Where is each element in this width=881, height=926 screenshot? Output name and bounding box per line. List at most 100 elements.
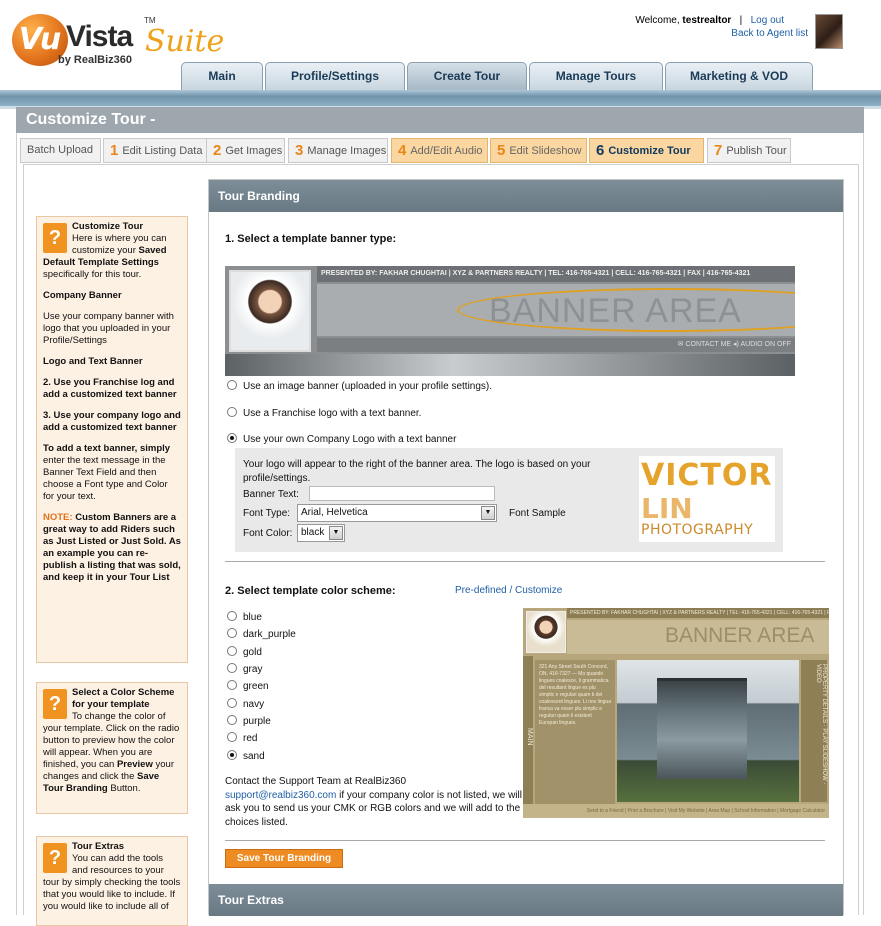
preview-house-photo <box>617 660 799 802</box>
step-number: 2 <box>213 142 222 159</box>
scheme-option-dark-purple[interactable]: dark_purple <box>227 628 296 640</box>
step-edit-slideshow[interactable]: 5 Edit Slideshow <box>490 138 587 163</box>
step-label: Get Images <box>225 145 283 157</box>
radio-button[interactable] <box>227 611 237 621</box>
font-type-select[interactable]: Arial, Helvetica ▼ <box>297 504 497 522</box>
radio-button[interactable] <box>227 433 237 443</box>
logo-line-1: VICTOR <box>641 458 773 493</box>
help-point: 3. Use your company logo and add a custo… <box>43 410 181 433</box>
banner-type-heading: 1. Select a template banner type: <box>225 233 397 245</box>
radio-label: red <box>243 733 258 744</box>
scheme-option-sand[interactable]: sand <box>227 750 265 762</box>
chevron-down-icon[interactable]: ▼ <box>329 526 343 540</box>
banner-option-company-logo[interactable]: Use your own Company Logo with a text ba… <box>227 433 456 445</box>
main-nav: Main Profile/Settings Create Tour Manage… <box>0 62 881 92</box>
radio-label: Use your own Company Logo with a text ba… <box>243 434 457 445</box>
font-color-select[interactable]: black ▼ <box>297 524 345 542</box>
banner-presented-by: PRESENTED BY: FAKHAR CHUGHTAI | XYZ & PA… <box>317 266 795 282</box>
help-note-label: NOTE: <box>43 512 73 523</box>
radio-button[interactable] <box>227 750 237 760</box>
scheme-option-gray[interactable]: gray <box>227 663 262 675</box>
save-tour-branding-button[interactable]: Save Tour Branding <box>225 849 343 868</box>
logo-line-3: PHOTOGRAPHY <box>641 522 754 538</box>
font-color-value: black <box>301 527 325 538</box>
banner-controls: ✉ CONTACT ME ◂) AUDIO ON OFF <box>317 338 795 352</box>
tab-marketing-vod[interactable]: Marketing & VOD <box>665 62 813 90</box>
font-sample: Font Sample <box>509 508 566 519</box>
scheme-option-navy[interactable]: navy <box>227 698 264 710</box>
radio-label: gray <box>243 664 263 675</box>
banner-option-franchise[interactable]: Use a Franchise logo with a text banner. <box>227 407 421 419</box>
back-to-agent-list-link[interactable]: Back to Agent list <box>731 28 808 39</box>
step-label: Edit Slideshow <box>509 145 582 157</box>
chevron-down-icon[interactable]: ▼ <box>481 506 495 520</box>
radio-label: sand <box>243 751 265 762</box>
tab-create-tour[interactable]: Create Tour <box>407 62 527 90</box>
radio-button[interactable] <box>227 680 237 690</box>
step-number: 4 <box>398 142 407 159</box>
radio-button[interactable] <box>227 380 237 390</box>
radio-button[interactable] <box>227 732 237 742</box>
help-color-scheme: ? Select a Color Scheme for your templat… <box>36 682 188 814</box>
radio-label: green <box>243 681 269 692</box>
agent-photo <box>229 270 311 352</box>
step-batch-upload[interactable]: Batch Upload <box>20 138 101 163</box>
preview-presented-by: PRESENTED BY: FAKHAR CHUGHTAI | XYZ & PA… <box>567 608 829 618</box>
tab-main[interactable]: Main <box>181 62 263 90</box>
preview-listing-info: 321 Any Street South Concord, ON, 416-73… <box>535 660 615 810</box>
help-customize-tour: ? Customize Tour Here is where you can c… <box>36 216 188 663</box>
radio-label: gold <box>243 647 262 658</box>
welcome-separator: | <box>739 15 743 26</box>
font-type-label: Font Type: <box>243 508 291 519</box>
help-title: Customize Tour <box>72 221 144 232</box>
step-manage-images[interactable]: 3 Manage Images <box>288 138 388 163</box>
step-number: 6 <box>596 142 605 159</box>
username: testrealtor <box>682 15 732 26</box>
preview-right-menu: PROPERTY DETAILS · PLAY SLIDESHOW · VIDE… <box>801 660 827 802</box>
logout-link[interactable]: Log out <box>751 15 784 26</box>
tour-branding-header: Tour Branding <box>209 180 843 212</box>
radio-button[interactable] <box>227 715 237 725</box>
radio-button[interactable] <box>227 628 237 638</box>
tab-manage-tours[interactable]: Manage Tours <box>529 62 663 90</box>
help-question-icon: ? <box>43 689 67 719</box>
radio-button[interactable] <box>227 663 237 673</box>
radio-button[interactable] <box>227 407 237 417</box>
preview-banner-text: BANNER AREA <box>665 624 815 647</box>
color-scheme-heading: 2. Select template color scheme: <box>225 585 396 597</box>
tour-branding-panel: Tour Branding 1. Select a template banne… <box>208 179 844 916</box>
color-scheme-preview: PRESENTED BY: FAKHAR CHUGHTAI | XYZ & PA… <box>523 608 829 818</box>
help-text: Button. <box>110 783 141 794</box>
help-subtitle: Company Banner <box>43 290 122 301</box>
predefined-customize-link[interactable]: Pre-defined / Customize <box>455 585 562 596</box>
banner-option-image[interactable]: Use an image banner (uploaded in your pr… <box>227 380 492 392</box>
nav-underline-bar <box>0 90 881 106</box>
step-label: Publish Tour <box>726 145 787 157</box>
scheme-option-purple[interactable]: purple <box>227 715 271 727</box>
step-label: Manage Images <box>307 145 387 157</box>
step-label: Add/Edit Audio <box>410 145 483 157</box>
radio-label: Use an image banner (uploaded in your pr… <box>243 381 493 392</box>
step-add-edit-audio[interactable]: 4 Add/Edit Audio <box>391 138 488 163</box>
help-text: enter the text message in the Banner Tex… <box>43 455 168 502</box>
scheme-option-gold[interactable]: gold <box>227 646 262 658</box>
section-divider <box>225 561 825 562</box>
scheme-option-green[interactable]: green <box>227 680 269 692</box>
step-publish-tour[interactable]: 7 Publish Tour <box>707 138 791 163</box>
banner-area: BANNER AREA <box>317 284 795 336</box>
preview-footer-links: Send to a Friend | Print a Brochure | Vi… <box>523 804 829 818</box>
banner-text-input[interactable] <box>309 486 495 501</box>
company-logo-settings: Your logo will appear to the right of th… <box>235 448 783 552</box>
step-get-images[interactable]: 2 Get Images <box>206 138 285 163</box>
help-question-icon: ? <box>43 843 67 873</box>
support-email-link[interactable]: support@realbiz360.com <box>225 790 336 801</box>
help-question-icon: ? <box>43 223 67 253</box>
welcome-prefix: Welcome, <box>635 15 680 26</box>
radio-button[interactable] <box>227 698 237 708</box>
logo-line-2: LIN <box>641 492 693 525</box>
step-customize-tour[interactable]: 6 Customize Tour <box>589 138 704 163</box>
scheme-option-red[interactable]: red <box>227 732 257 744</box>
tab-profile-settings[interactable]: Profile/Settings <box>265 62 405 90</box>
radio-button[interactable] <box>227 646 237 656</box>
scheme-option-blue[interactable]: blue <box>227 611 262 623</box>
